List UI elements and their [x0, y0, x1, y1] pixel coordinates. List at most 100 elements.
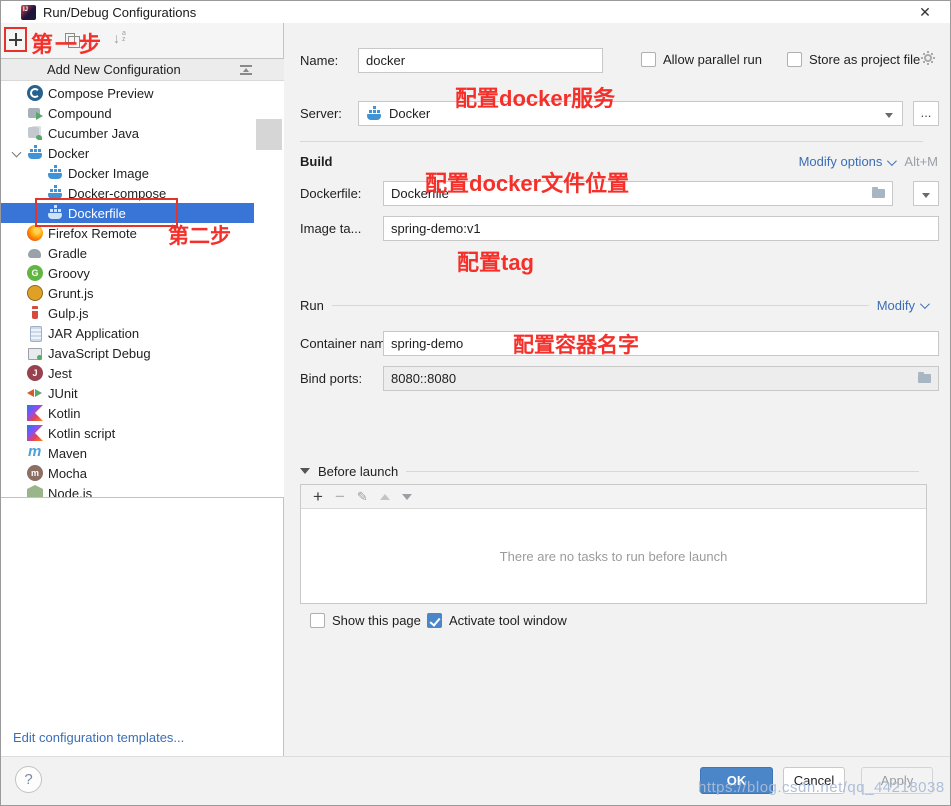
tree-item-label: Gulp.js	[48, 305, 89, 321]
tree-item-label: Node.js	[48, 485, 93, 498]
activate-tool-window-checkbox[interactable]	[427, 613, 442, 628]
dialog-body: ↓ a z 第一步 Add New Configuration Compose Pr…	[1, 23, 950, 756]
gradle-icon	[27, 245, 43, 261]
tree-item-javascript-debug[interactable]: JavaScript Debug	[1, 343, 254, 363]
tree-item-docker-image[interactable]: Docker Image	[1, 163, 254, 183]
server-browse-button[interactable]: ...	[913, 101, 939, 126]
chevron-down-icon[interactable]	[887, 156, 898, 167]
firefox-icon	[27, 225, 43, 241]
tasks-empty-message: There are no tasks to run before launch	[499, 549, 728, 564]
folder-icon[interactable]	[918, 372, 931, 383]
annotation-step1: 第一步	[31, 32, 104, 57]
container-name-label: Container name:	[300, 336, 397, 351]
tree-item-junit[interactable]: JUnit	[1, 383, 254, 403]
sort-configurations-icon[interactable]: ↓ a z	[113, 30, 126, 46]
chevron-down-icon[interactable]	[919, 298, 930, 309]
window-title: Run/Debug Configurations	[43, 4, 197, 20]
list-scrollbar-thumb[interactable]	[256, 119, 282, 150]
show-this-page-checkbox[interactable]	[310, 613, 325, 628]
tree-item-label: Jest	[48, 365, 72, 381]
name-label: Name:	[300, 53, 339, 68]
annotation-red-box-dockerfile	[35, 198, 178, 227]
tree-item-kotlin-script[interactable]: Kotlin script	[1, 423, 254, 443]
folder-icon[interactable]	[872, 187, 885, 198]
configurations-toolbar: ↓ a z 第一步	[1, 23, 283, 58]
help-button[interactable]: ?	[15, 766, 42, 793]
tree-item-jar-application[interactable]: JAR Application	[1, 323, 254, 343]
tree-item-label: JavaScript Debug	[48, 345, 151, 361]
bind-ports-input[interactable]: 8080::8080	[383, 366, 939, 391]
remove-task-icon[interactable]: −	[335, 488, 345, 505]
tree-item-grunt-js[interactable]: Grunt.js	[1, 283, 254, 303]
close-icon[interactable]: ✕	[916, 4, 934, 21]
tree-item-node-js[interactable]: Node.js	[1, 483, 254, 498]
tree-item-label: JUnit	[48, 385, 78, 401]
tree-item-label: Docker	[48, 145, 90, 161]
gear-icon[interactable]	[924, 54, 932, 62]
move-up-icon[interactable]	[379, 493, 390, 500]
tree-item-gulp-js[interactable]: Gulp.js	[1, 303, 254, 323]
watermark-text: https://blog.csdn.net/qq_44218038	[698, 779, 945, 796]
annotation-server: 配置docker服务	[455, 86, 616, 111]
tree-item-label: JAR Application	[48, 325, 140, 341]
filter-icon[interactable]	[240, 65, 252, 75]
run-modify-link[interactable]: Modify	[877, 298, 915, 313]
collapse-triangle-icon[interactable]	[300, 468, 310, 474]
annotation-red-box-add	[4, 27, 27, 52]
activate-tool-window-label: Activate tool window	[449, 613, 567, 628]
allow-parallel-run-checkbox[interactable]	[641, 52, 656, 67]
tree-item-label: Gradle	[48, 245, 88, 261]
divider	[406, 470, 919, 472]
build-section-title: Build	[300, 154, 333, 169]
modify-options-link[interactable]: Modify options	[799, 154, 883, 169]
annotation-tag: 配置tag	[457, 250, 535, 275]
store-as-project-file-checkbox[interactable]	[787, 52, 802, 67]
tree-item-label: Groovy	[48, 265, 90, 281]
configuration-form: Name: docker Allow parallel run Store as…	[284, 23, 950, 756]
tree-item-maven[interactable]: Maven	[1, 443, 254, 463]
maven-icon	[27, 445, 43, 461]
title-bar: IJ Run/Debug Configurations ✕	[1, 1, 950, 23]
tree-item-groovy[interactable]: Groovy	[1, 263, 254, 283]
store-as-project-file-label: Store as project file	[809, 52, 921, 67]
add-task-icon[interactable]: +	[313, 488, 323, 505]
show-this-page-label: Show this page	[332, 613, 421, 628]
mocha-icon	[27, 465, 43, 481]
intellij-idea-icon: IJ	[21, 4, 36, 20]
left-panel: ↓ a z 第一步 Add New Configuration Compose Pr…	[1, 23, 284, 756]
config-tree: Compose Preview Compound Cucumber Java Dock…	[1, 83, 254, 498]
server-label: Server:	[300, 106, 342, 121]
dockerfile-dropdown-button[interactable]	[913, 181, 939, 206]
image-tag-input[interactable]: spring-demo:v1	[383, 216, 939, 241]
name-input[interactable]: docker	[358, 48, 603, 73]
server-select[interactable]: Docker	[358, 101, 903, 126]
javascript-debug-icon	[27, 345, 43, 361]
chevron-down-icon[interactable]	[9, 148, 27, 158]
tree-item-cucumber-java[interactable]: Cucumber Java	[1, 123, 254, 143]
kotlin-icon	[27, 405, 43, 421]
bind-ports-value: 8080::8080	[391, 371, 457, 386]
edit-task-icon[interactable]: ✎	[357, 489, 368, 504]
list-header: Add New Configuration	[1, 59, 284, 81]
container-name-input[interactable]: spring-demo	[383, 331, 939, 356]
divider	[331, 304, 869, 306]
tree-item-compound[interactable]: Compound	[1, 103, 254, 123]
tree-item-docker[interactable]: Docker	[1, 143, 254, 163]
tree-item-kotlin[interactable]: Kotlin	[1, 403, 254, 423]
image-tag-label: Image ta...	[300, 221, 362, 236]
jest-icon	[27, 365, 43, 381]
move-down-icon[interactable]	[401, 493, 412, 500]
run-debug-configurations-dialog: { "window": { "title": "Run/Debug Config…	[0, 0, 951, 806]
tree-item-mocha[interactable]: Mocha	[1, 463, 254, 483]
chevron-down-icon	[922, 193, 930, 198]
chevron-down-icon[interactable]	[885, 113, 893, 118]
edit-configuration-templates-link[interactable]: Edit configuration templates...	[13, 730, 184, 745]
before-launch-tasks-panel: + − ✎ There are no tasks to run before l…	[300, 484, 927, 604]
before-launch-title: Before launch	[318, 463, 399, 479]
allow-parallel-run-label: Allow parallel run	[663, 52, 762, 67]
tree-item-compose-preview[interactable]: Compose Preview	[1, 83, 254, 103]
tree-item-jest[interactable]: Jest	[1, 363, 254, 383]
tree-item-label: Kotlin	[48, 405, 81, 421]
configuration-list-box: Add New Configuration Compose Preview Com…	[1, 58, 284, 498]
tree-item-label: Compound	[48, 105, 112, 121]
